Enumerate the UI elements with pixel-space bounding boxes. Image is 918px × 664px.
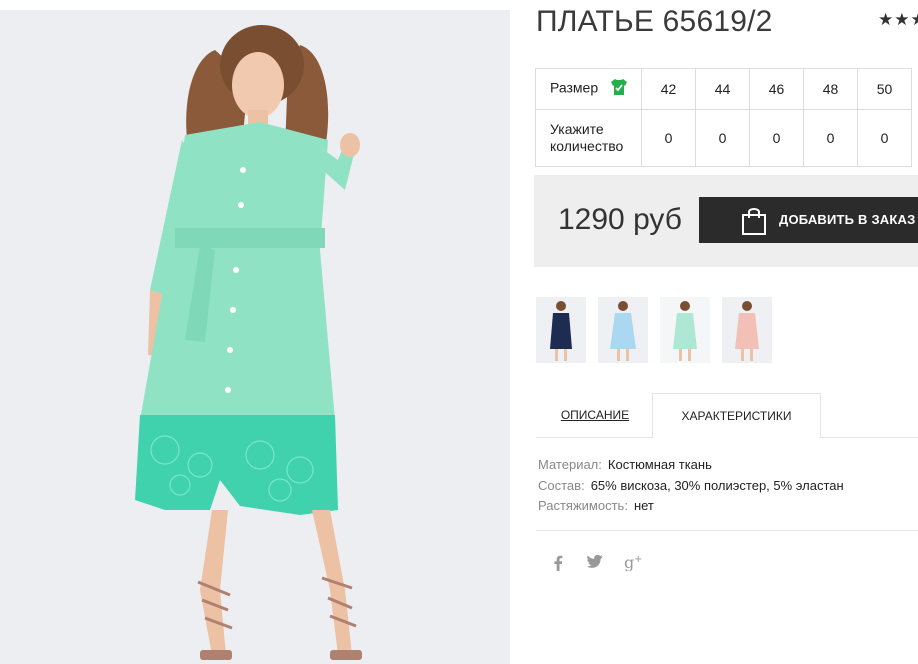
- product-title: ПЛАТЬЕ 65619/2: [536, 5, 773, 38]
- size-cell-50[interactable]: 50: [857, 68, 912, 110]
- facebook-icon[interactable]: [553, 555, 563, 575]
- twitter-icon[interactable]: [587, 554, 603, 573]
- size-cell-44[interactable]: 44: [695, 68, 750, 110]
- size-quantity-table: Размер 42 44 46 48 50 Укажите количество…: [535, 68, 912, 167]
- thumbnail-mint[interactable]: [660, 297, 710, 363]
- characteristic-value: нет: [633, 498, 654, 513]
- size-label-cell: Размер: [535, 68, 642, 110]
- quantity-label-line1: Укажите: [550, 121, 604, 137]
- thumbnail-peach[interactable]: [722, 297, 772, 363]
- characteristic-value: Костюмная ткань: [607, 457, 712, 472]
- quantity-input-48[interactable]: 0: [803, 109, 858, 167]
- quantity-input-46[interactable]: 0: [749, 109, 804, 167]
- quantity-input-42[interactable]: 0: [641, 109, 696, 167]
- characteristic-row: Материал: Костюмная ткань: [538, 455, 844, 476]
- svg-text:+: +: [634, 554, 642, 565]
- characteristic-key: Растяжимость:: [538, 498, 628, 513]
- thumbnail-navy[interactable]: [536, 297, 586, 363]
- size-cell-46[interactable]: 46: [749, 68, 804, 110]
- dress-model-illustration: [0, 10, 510, 664]
- tab-characteristics[interactable]: ХАРАКТЕРИСТИКИ: [652, 393, 821, 438]
- characteristic-row: Состав: 65% вискоза, 30% полиэстер, 5% эл…: [538, 476, 844, 497]
- shopping-bag-icon: [740, 206, 768, 239]
- google-plus-icon[interactable]: g +: [624, 553, 644, 575]
- tab-description[interactable]: ОПИСАНИЕ: [536, 393, 654, 437]
- quantity-input-50[interactable]: 0: [857, 109, 912, 167]
- characteristic-value: 65% вискоза, 30% полиэстер, 5% эластан: [590, 477, 844, 493]
- price-panel: 1290 руб ДОБАВИТЬ В ЗАКАЗ: [534, 175, 918, 267]
- price: 1290 руб: [558, 203, 682, 236]
- size-cell-48[interactable]: 48: [803, 68, 858, 110]
- characteristic-row: Растяжимость: нет: [538, 496, 844, 517]
- quantity-input-44[interactable]: 0: [695, 109, 750, 167]
- quantity-row: Укажите количество 0 0 0 0 0: [535, 109, 912, 167]
- size-label: Размер: [550, 79, 599, 96]
- quantity-label-cell: Укажите количество: [535, 109, 642, 167]
- size-cell-42[interactable]: 42: [641, 68, 696, 110]
- add-to-order-label: ДОБАВИТЬ В ЗАКАЗ: [779, 212, 916, 227]
- characteristics-divider: [536, 530, 918, 531]
- rating-stars[interactable]: ★★★: [878, 10, 918, 30]
- thumbnail-light-blue[interactable]: [598, 297, 648, 363]
- characteristics-list: Материал: Костюмная ткань Состав: 65% виск…: [538, 455, 844, 517]
- svg-text:g: g: [624, 553, 634, 571]
- quantity-label-line2: количество: [550, 138, 624, 154]
- characteristic-key: Состав:: [538, 477, 585, 493]
- characteristic-key: Материал:: [538, 457, 602, 472]
- add-to-order-button[interactable]: ДОБАВИТЬ В ЗАКАЗ: [699, 197, 918, 243]
- product-photo[interactable]: [0, 10, 510, 664]
- size-row: Размер 42 44 46 48 50: [535, 68, 912, 110]
- size-chart-icon[interactable]: [610, 78, 628, 100]
